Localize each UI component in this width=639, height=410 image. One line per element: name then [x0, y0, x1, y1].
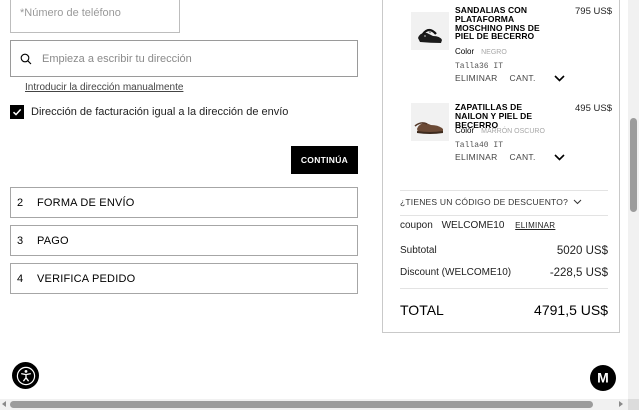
search-icon [20, 53, 32, 64]
horizontal-scrollbar[interactable] [0, 399, 639, 410]
total-row: TOTAL 4791,5 US$ [400, 302, 608, 318]
discount-value: -228,5 US$ [549, 267, 608, 279]
item-actions: ELIMINAR CANT. [455, 152, 565, 162]
step-number: 3 [17, 234, 24, 247]
divider [400, 215, 608, 216]
scrollbar-corner [628, 399, 639, 410]
sneaker-image [414, 122, 443, 134]
checkmark-icon [12, 108, 22, 116]
phone-number-placeholder: *Número de teléfono [20, 7, 121, 19]
billing-same-label: Dirección de facturación igual a la dire… [31, 106, 289, 118]
chat-logo-letter: M [597, 370, 609, 386]
chevron-down-icon[interactable] [554, 153, 565, 161]
product-color: Color MARRÓN OSCURO [455, 126, 545, 135]
subtotal-value: 5020 US$ [556, 245, 608, 257]
sandal-image [418, 28, 442, 43]
product-size: Talla40 IT [455, 141, 504, 150]
accessibility-icon [16, 366, 35, 385]
step-number: 2 [17, 196, 24, 209]
quantity-label: CANT. [509, 152, 536, 162]
step-label: PAGO [37, 234, 69, 247]
item-actions: ELIMINAR CANT. [455, 73, 565, 83]
accessibility-button[interactable] [12, 362, 39, 389]
phone-number-field[interactable]: *Número de teléfono [10, 0, 180, 33]
vertical-scrollbar-thumb[interactable] [630, 118, 637, 212]
quantity-label: CANT. [509, 73, 536, 83]
scroll-left-arrow[interactable] [2, 401, 6, 407]
subtotal-row: Subtotal 5020 US$ [400, 245, 608, 257]
continue-button[interactable]: CONTINÚA [291, 146, 358, 174]
remove-item-button[interactable]: ELIMINAR [455, 152, 498, 162]
total-label: TOTAL [400, 302, 444, 318]
billing-same-checkbox[interactable] [10, 105, 24, 119]
step-shipping-method[interactable]: 2 FORMA DE ENVÍO [10, 187, 358, 218]
product-image-sandals[interactable] [411, 12, 449, 50]
manual-address-link[interactable]: Introducir la dirección manualmente [25, 82, 183, 93]
color-label: Color [455, 126, 475, 135]
color-value: NEGRO [481, 49, 507, 56]
product-price: 495 US$ [575, 103, 612, 114]
remove-item-button[interactable]: ELIMINAR [455, 73, 498, 83]
step-payment[interactable]: 3 PAGO [10, 225, 358, 256]
subtotal-label: Subtotal [400, 245, 437, 256]
product-image-sneakers[interactable] [411, 103, 449, 141]
color-label: Color [455, 47, 475, 56]
chevron-down-icon[interactable] [554, 74, 565, 82]
product-color: Color NEGRO [455, 47, 507, 56]
divider [400, 190, 608, 191]
color-value: MARRÓN OSCURO [481, 128, 545, 135]
step-label: VERIFICA PEDIDO [37, 272, 136, 285]
scroll-right-arrow[interactable] [619, 401, 623, 407]
address-search-field[interactable] [10, 40, 358, 77]
address-search-input[interactable] [42, 52, 342, 65]
divider [400, 288, 608, 289]
step-number: 4 [17, 272, 24, 285]
discount-label: Discount (WELCOME10) [400, 267, 512, 278]
remove-coupon-button[interactable]: ELIMINAR [515, 221, 555, 230]
chat-button[interactable]: M [590, 365, 616, 391]
horizontal-scrollbar-thumb[interactable] [10, 401, 593, 408]
product-name[interactable]: SANDALIAS CON PLATAFORMA MOSCHINO PINS D… [455, 6, 557, 41]
coupon-label: coupon [400, 220, 433, 231]
product-size: Talla36 IT [455, 62, 504, 71]
vertical-scrollbar[interactable] [628, 0, 639, 399]
discount-code-toggle[interactable]: ¿TIENES UN CÓDIGO DE DESCUENTO? [400, 197, 582, 207]
discount-code-label: ¿TIENES UN CÓDIGO DE DESCUENTO? [400, 197, 569, 207]
step-review-order[interactable]: 4 VERIFICA PEDIDO [10, 263, 358, 294]
product-price: 795 US$ [575, 6, 612, 17]
step-label: FORMA DE ENVÍO [37, 196, 135, 209]
brand-logo-icon: M [597, 370, 609, 386]
chevron-down-icon [573, 199, 582, 205]
billing-same-as-shipping[interactable]: Dirección de facturación igual a la dire… [10, 105, 288, 119]
discount-row: Discount (WELCOME10) -228,5 US$ [400, 267, 608, 279]
coupon-code: WELCOME10 [441, 220, 505, 231]
applied-coupon: coupon WELCOME10 ELIMINAR [400, 220, 555, 231]
total-value: 4791,5 US$ [534, 302, 608, 318]
order-summary-panel: SANDALIAS CON PLATAFORMA MOSCHINO PINS D… [382, 0, 620, 333]
